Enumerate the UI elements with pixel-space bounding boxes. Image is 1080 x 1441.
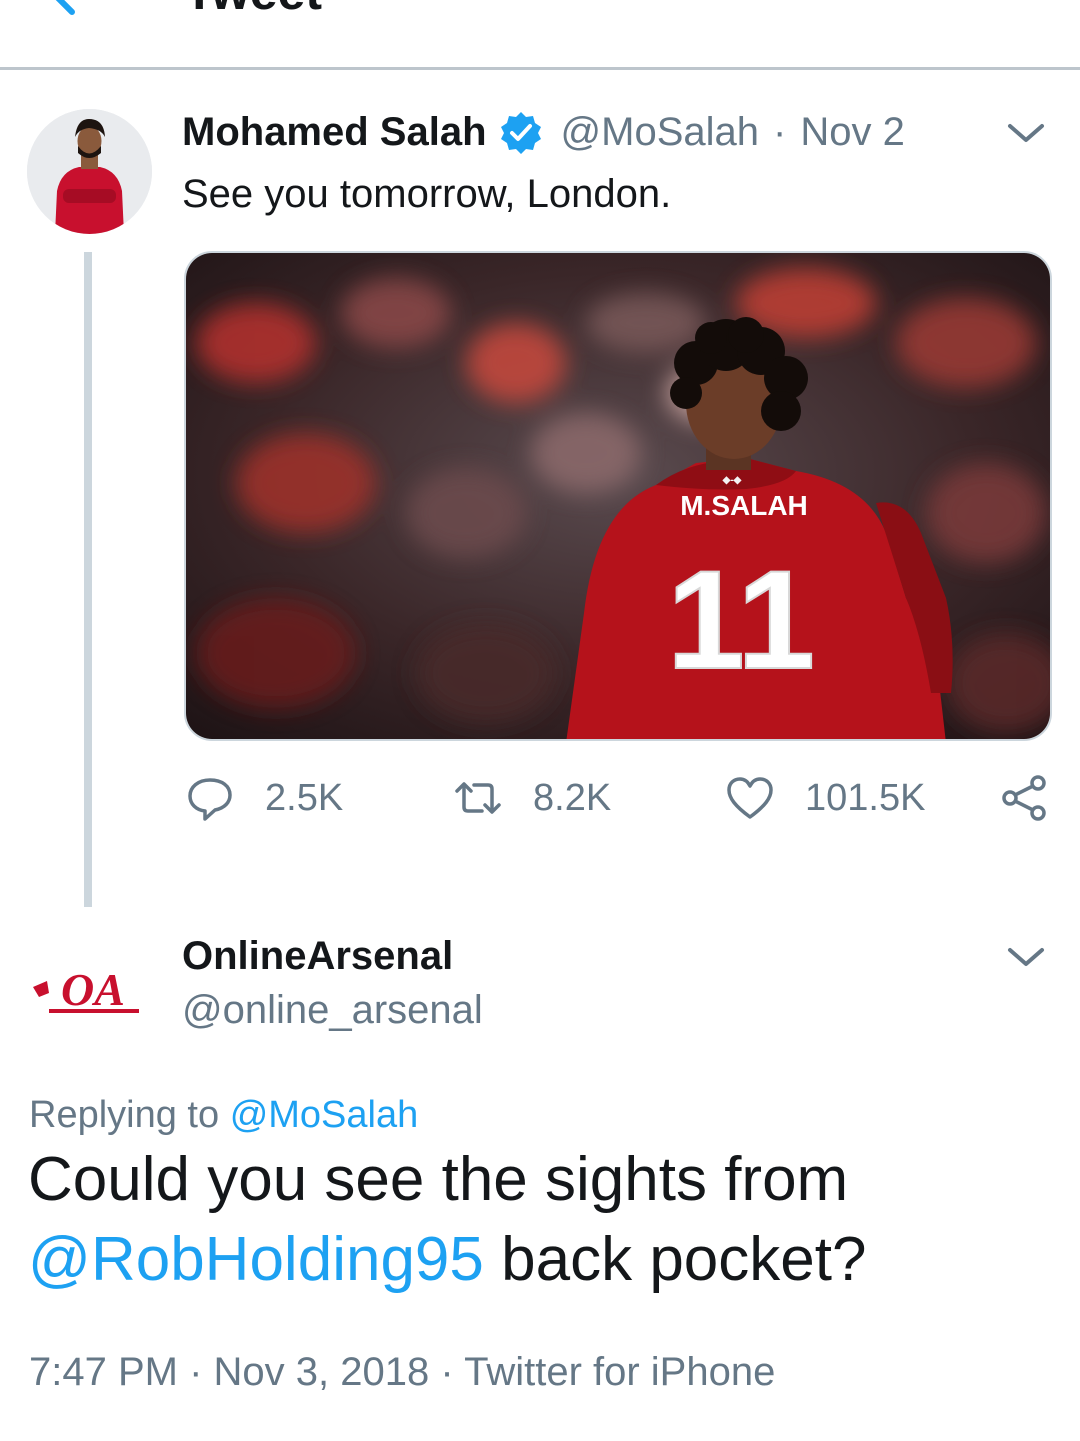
verified-badge-icon xyxy=(500,112,541,154)
media-photo: ◆-◆ M.SALAH 11 xyxy=(186,253,1050,739)
replying-to-line: Replying to @MoSalah xyxy=(29,1090,418,1140)
share-button[interactable] xyxy=(1000,766,1050,830)
reply-author-handle[interactable]: @online_arsenal xyxy=(182,984,483,1036)
tweet-full-date: Nov 3, 2018 xyxy=(213,1350,430,1394)
page-title: Tweet xyxy=(184,0,322,22)
thread-connector-line xyxy=(84,252,92,907)
avatar-mohamed-salah[interactable] xyxy=(27,109,152,234)
replying-to-handle-link[interactable]: @MoSalah xyxy=(230,1094,419,1136)
avatar-onlinearsenal[interactable]: OA xyxy=(27,923,152,1048)
meta-separator: · xyxy=(440,1350,454,1394)
separator-dot: · xyxy=(773,109,787,154)
like-icon xyxy=(727,777,773,819)
like-button[interactable]: 101.5K xyxy=(725,766,925,830)
author-display-name[interactable]: Mohamed Salah xyxy=(182,110,487,155)
reply-button[interactable]: 2.5K xyxy=(185,766,343,830)
tweet-source[interactable]: Twitter for iPhone xyxy=(464,1350,775,1394)
author-handle[interactable]: @MoSalah xyxy=(561,110,759,155)
retweet-button[interactable]: 8.2K xyxy=(453,766,611,830)
reply-count: 2.5K xyxy=(265,776,344,819)
onlinearsenal-logo: OA xyxy=(27,923,152,1048)
tweet-media-image[interactable]: ◆-◆ M.SALAH 11 xyxy=(184,251,1052,741)
shirt-number: 11 xyxy=(667,541,815,698)
avatar-image xyxy=(27,109,152,234)
replying-to-label: Replying to xyxy=(29,1094,220,1136)
like-count: 101.5K xyxy=(805,776,926,819)
reply-author-name[interactable]: OnlineArsenal xyxy=(182,930,453,982)
top-app-bar: Tweet xyxy=(0,0,1080,70)
tweet-text: See you tomorrow, London. xyxy=(182,172,672,216)
reply-text-part1: Could you see the sights from xyxy=(28,1145,849,1214)
reply-text: Could you see the sights from @RobHoldin… xyxy=(28,1140,1058,1300)
chevron-down-icon[interactable] xyxy=(1004,118,1048,148)
meta-separator: · xyxy=(189,1350,203,1394)
tweet-actions-bar: 2.5K 8.2K 101.5K xyxy=(185,766,1055,830)
tweet-time: 7:47 PM xyxy=(29,1350,178,1394)
tweet-author-row: Mohamed Salah @MoSalah · Nov 2 xyxy=(182,106,905,158)
chevron-down-icon[interactable] xyxy=(1004,942,1048,972)
reply-icon xyxy=(188,778,232,821)
tweet-metadata: 7:47 PM · Nov 3, 2018 · Twitter for iPho… xyxy=(29,1346,775,1398)
back-arrow-icon[interactable] xyxy=(38,0,98,20)
retweet-icon xyxy=(455,782,501,814)
mention-link[interactable]: @RobHolding95 xyxy=(28,1225,484,1294)
reply-text-part2: back pocket? xyxy=(501,1225,867,1294)
svg-text:◆-◆: ◆-◆ xyxy=(722,475,742,486)
shirt-name: M.SALAH xyxy=(680,490,808,521)
logo-text: OA xyxy=(61,964,125,1015)
share-icon xyxy=(1002,775,1046,821)
retweet-count: 8.2K xyxy=(533,776,612,819)
tweet-date[interactable]: Nov 2 xyxy=(800,110,905,155)
